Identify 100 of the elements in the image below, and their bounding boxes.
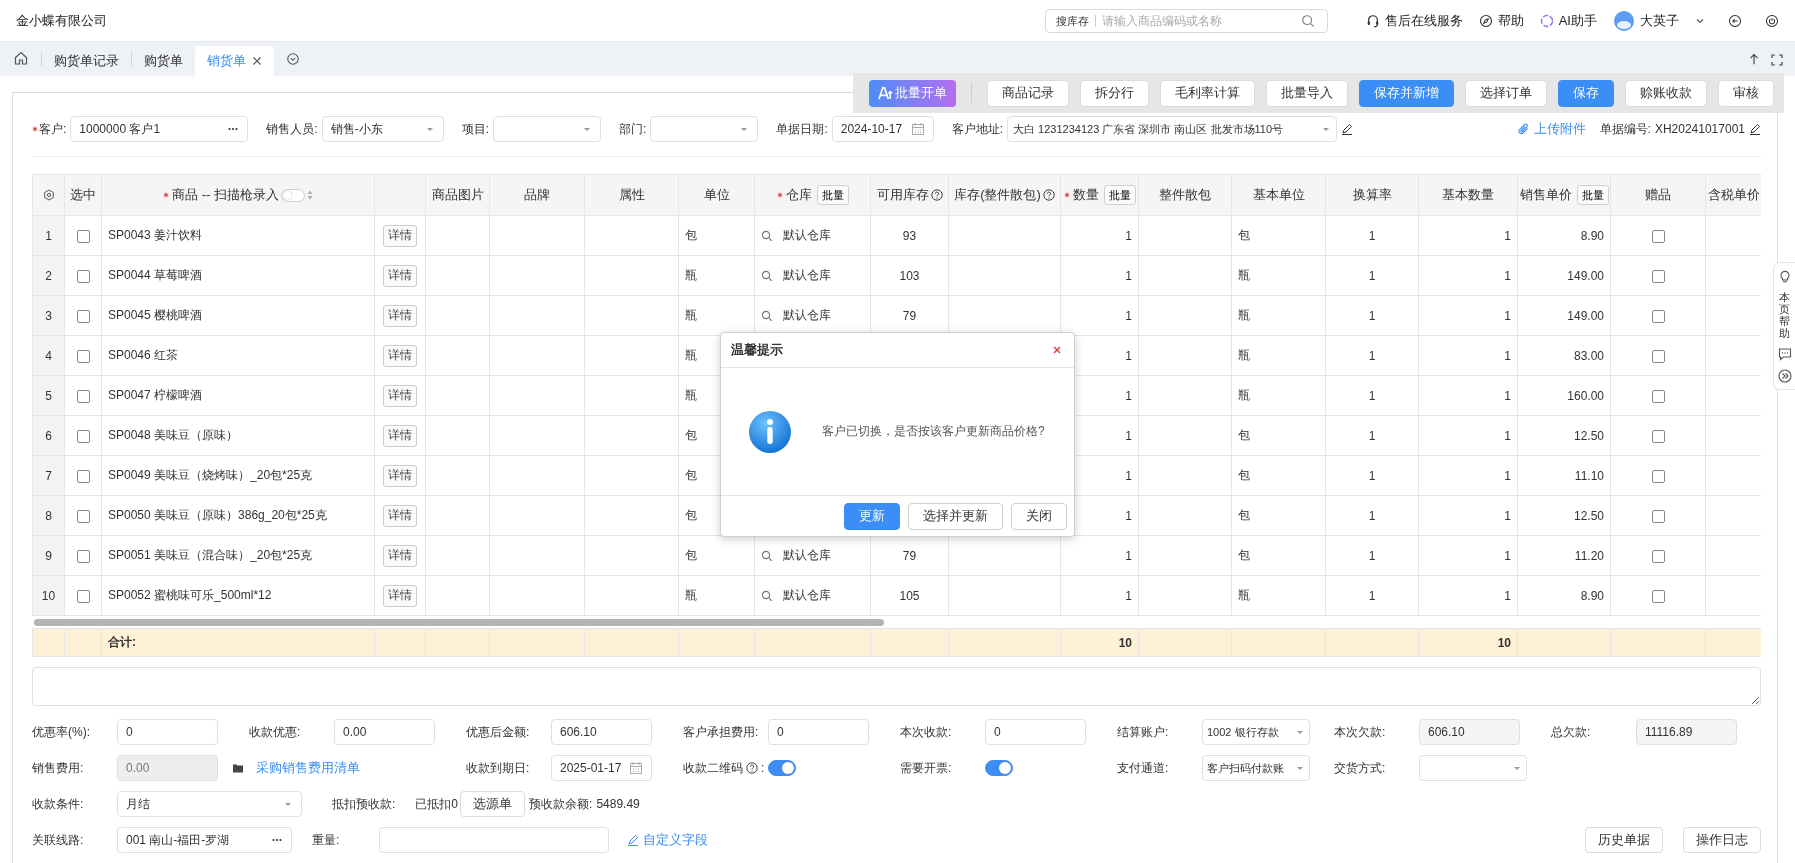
edit-icon[interactable] bbox=[1749, 123, 1761, 135]
search-icon[interactable] bbox=[761, 269, 773, 282]
toolbar-button[interactable]: 毛利率计算 bbox=[1160, 79, 1255, 107]
tab[interactable]: 购货单记录 bbox=[42, 46, 131, 76]
dropdown[interactable]: 销售-小东 bbox=[321, 116, 444, 142]
detail-button[interactable]: 详情 bbox=[383, 344, 417, 367]
detail-button[interactable]: 详情 bbox=[383, 384, 417, 407]
dropdown[interactable]: 大白 1231234123 广东省 深圳市 南山区 批发市场110号 bbox=[1007, 116, 1338, 142]
headset-icon[interactable] bbox=[1365, 13, 1380, 28]
input-field[interactable]: 0.00 bbox=[334, 719, 435, 745]
dropdown[interactable]: 客户扫码付款账 bbox=[1202, 755, 1310, 781]
search-box[interactable]: 搜库存 请输入商品编码或名称 bbox=[1045, 8, 1328, 33]
home-icon[interactable] bbox=[13, 50, 29, 66]
checkbox[interactable] bbox=[76, 549, 90, 563]
input-field[interactable]: 606.10 bbox=[551, 719, 652, 745]
detail-button[interactable]: 详情 bbox=[383, 584, 417, 607]
checkbox[interactable] bbox=[1651, 349, 1665, 363]
checkbox[interactable] bbox=[76, 469, 90, 483]
close-icon[interactable] bbox=[252, 56, 262, 66]
checkbox[interactable] bbox=[1651, 229, 1665, 243]
checkbox[interactable] bbox=[1651, 429, 1665, 443]
checkbox[interactable] bbox=[1651, 469, 1665, 483]
edit-icon[interactable] bbox=[1341, 123, 1354, 135]
checkbox[interactable] bbox=[76, 589, 90, 603]
batch-button[interactable]: 批量 bbox=[816, 185, 849, 205]
power-icon[interactable] bbox=[1765, 13, 1779, 28]
dialog-button[interactable]: 选择并更新 bbox=[908, 502, 1003, 530]
toggle-switch[interactable] bbox=[280, 188, 305, 202]
remark-field[interactable] bbox=[32, 667, 1761, 706]
search-icon[interactable] bbox=[761, 309, 773, 322]
checkbox[interactable] bbox=[1651, 589, 1665, 603]
avatar-icon[interactable] bbox=[1613, 9, 1635, 32]
detail-button[interactable]: 详情 bbox=[383, 424, 417, 447]
help-icon[interactable] bbox=[1042, 189, 1055, 201]
checkbox[interactable] bbox=[76, 269, 90, 283]
checkbox[interactable] bbox=[1651, 309, 1665, 323]
arrow-up-icon[interactable] bbox=[1747, 52, 1761, 66]
search-icon[interactable] bbox=[761, 549, 773, 562]
folder-icon[interactable] bbox=[232, 762, 244, 774]
batch-button[interactable]: 批量 bbox=[1103, 185, 1136, 205]
checkbox[interactable] bbox=[76, 229, 90, 243]
page-help-link[interactable]: 本页帮助 bbox=[1779, 291, 1790, 340]
checkbox[interactable] bbox=[1651, 509, 1665, 523]
search-icon[interactable] bbox=[761, 229, 773, 242]
top-link[interactable]: AI助手 bbox=[1558, 11, 1597, 30]
fullscreen-icon[interactable] bbox=[1771, 54, 1783, 66]
dropdown[interactable]: 1002 银行存款 bbox=[1202, 719, 1310, 745]
checkbox[interactable] bbox=[1651, 389, 1665, 403]
footer-button[interactable]: 历史单据 bbox=[1585, 827, 1663, 853]
detail-button[interactable]: 详情 bbox=[383, 544, 417, 567]
checkbox[interactable] bbox=[76, 349, 90, 363]
toolbar-button[interactable]: 拆分行 bbox=[1080, 79, 1149, 107]
user-name[interactable]: 大英子 bbox=[1640, 11, 1679, 30]
input-field[interactable]: 0 bbox=[117, 719, 218, 745]
toolbar-button[interactable]: 商品记录 bbox=[987, 79, 1069, 107]
paperclip-icon[interactable] bbox=[1517, 123, 1530, 135]
close-icon[interactable] bbox=[1052, 345, 1062, 355]
checkbox[interactable] bbox=[1651, 549, 1665, 563]
batch-button[interactable]: 批量 bbox=[1576, 185, 1609, 205]
compass-icon[interactable] bbox=[1478, 13, 1493, 28]
calendar-icon[interactable] bbox=[910, 122, 925, 136]
toolbar-button[interactable]: 赊账收款 bbox=[1625, 79, 1707, 107]
tab[interactable]: 购货单 bbox=[132, 46, 195, 76]
checkbox[interactable] bbox=[76, 509, 90, 523]
ai-icon[interactable] bbox=[1539, 13, 1554, 28]
checkbox[interactable] bbox=[76, 429, 90, 443]
detail-button[interactable]: 详情 bbox=[383, 304, 417, 327]
scrollbar[interactable] bbox=[34, 618, 884, 626]
toggle-switch[interactable] bbox=[985, 760, 1013, 776]
detail-button[interactable]: 详情 bbox=[383, 504, 417, 527]
back-icon[interactable] bbox=[1728, 13, 1742, 28]
help-icon[interactable] bbox=[746, 762, 758, 774]
toolbar-button[interactable]: 审核 bbox=[1718, 79, 1774, 107]
input-field[interactable]: 11116.89 bbox=[1636, 719, 1737, 745]
detail-button[interactable]: 详情 bbox=[383, 264, 417, 287]
collapse-icon[interactable] bbox=[1777, 369, 1792, 384]
select-source-button[interactable]: 选源单 bbox=[460, 791, 526, 817]
search-icon[interactable] bbox=[1300, 13, 1315, 28]
lookup-field[interactable]: 1000000 客户1 bbox=[70, 116, 249, 142]
lookup-field[interactable]: 001 南山-福田-罗湖 bbox=[117, 827, 292, 853]
checkbox[interactable] bbox=[76, 389, 90, 403]
detail-button[interactable]: 详情 bbox=[383, 224, 417, 247]
input-field[interactable]: 606.10 bbox=[1419, 719, 1520, 745]
lightbulb-icon[interactable] bbox=[1777, 269, 1792, 283]
dropdown-icon[interactable] bbox=[286, 52, 300, 66]
weight-field[interactable] bbox=[379, 827, 609, 853]
date-field[interactable]: 2024-10-17 bbox=[831, 116, 934, 142]
detail-button[interactable]: 详情 bbox=[383, 464, 417, 487]
checkbox[interactable] bbox=[76, 309, 90, 323]
help-icon[interactable] bbox=[930, 189, 943, 201]
toggle-switch[interactable] bbox=[768, 760, 796, 776]
input-field[interactable]: 0 bbox=[768, 719, 869, 745]
footer-button[interactable]: 操作日志 bbox=[1683, 827, 1761, 853]
search-icon[interactable] bbox=[761, 589, 773, 602]
calendar-icon[interactable] bbox=[629, 761, 643, 775]
chat-icon[interactable] bbox=[1777, 347, 1792, 362]
top-link[interactable]: 帮助 bbox=[1497, 11, 1524, 30]
dialog-button[interactable]: 关闭 bbox=[1011, 502, 1067, 530]
top-link[interactable]: 售后在线服务 bbox=[1384, 11, 1463, 30]
toolbar-button[interactable]: 批量导入 bbox=[1266, 79, 1348, 107]
